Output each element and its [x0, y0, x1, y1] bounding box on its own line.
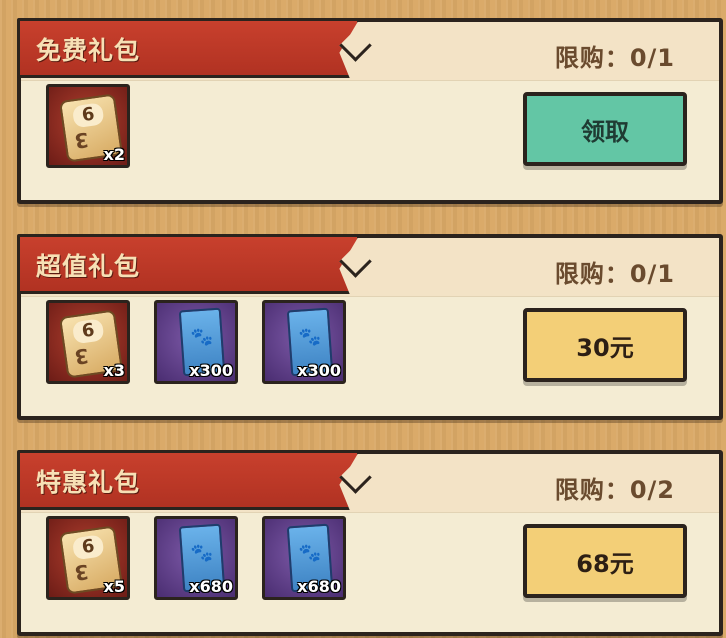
claim-button[interactable]: 领取 [523, 92, 687, 166]
reward-item-dice[interactable]: 6 3 x2 [46, 84, 130, 168]
pack-title: 特惠礼包 [36, 468, 141, 497]
purchase-limit: 限购：0/1 [554, 260, 675, 288]
reward-item-dice[interactable]: 6 3 x3 [46, 300, 130, 384]
item-quantity: x680 [297, 577, 341, 596]
pack-title: 超值礼包 [36, 252, 141, 281]
item-quantity: x5 [103, 577, 125, 596]
item-quantity: x300 [189, 361, 233, 380]
gift-pack-free: 免费礼包 限购：0/1 6 3 x2 领取 [17, 18, 723, 204]
pack-title: 免费礼包 [36, 36, 141, 65]
reward-items: 6 3 x2 [46, 84, 130, 168]
pack-title-banner: 免费礼包 [17, 18, 360, 78]
reward-item-card[interactable]: 🐾 x680 [262, 516, 346, 600]
reward-item-dice[interactable]: 6 3 x5 [46, 516, 130, 600]
pack-title-banner: 特惠礼包 [17, 450, 360, 510]
pack-title-banner: 超值礼包 [17, 234, 360, 294]
purchase-limit: 限购：0/1 [554, 44, 675, 72]
buy-button[interactable]: 30元 [523, 308, 687, 382]
reward-item-card[interactable]: 🐾 x680 [154, 516, 238, 600]
reward-items: 6 3 x5 🐾 x680 🐾 x680 [46, 516, 346, 600]
purchase-limit: 限购：0/2 [554, 476, 675, 504]
item-quantity: x2 [103, 145, 125, 164]
item-quantity: x300 [297, 361, 341, 380]
gift-pack-special: 特惠礼包 限购：0/2 6 3 x5 🐾 x680 🐾 x680 68元 [17, 450, 723, 636]
item-quantity: x680 [189, 577, 233, 596]
item-quantity: x3 [103, 361, 125, 380]
gift-pack-value: 超值礼包 限购：0/1 6 3 x3 🐾 x300 🐾 x300 30元 [17, 234, 723, 420]
reward-item-card[interactable]: 🐾 x300 [154, 300, 238, 384]
reward-items: 6 3 x3 🐾 x300 🐾 x300 [46, 300, 346, 384]
buy-button[interactable]: 68元 [523, 524, 687, 598]
reward-item-card[interactable]: 🐾 x300 [262, 300, 346, 384]
